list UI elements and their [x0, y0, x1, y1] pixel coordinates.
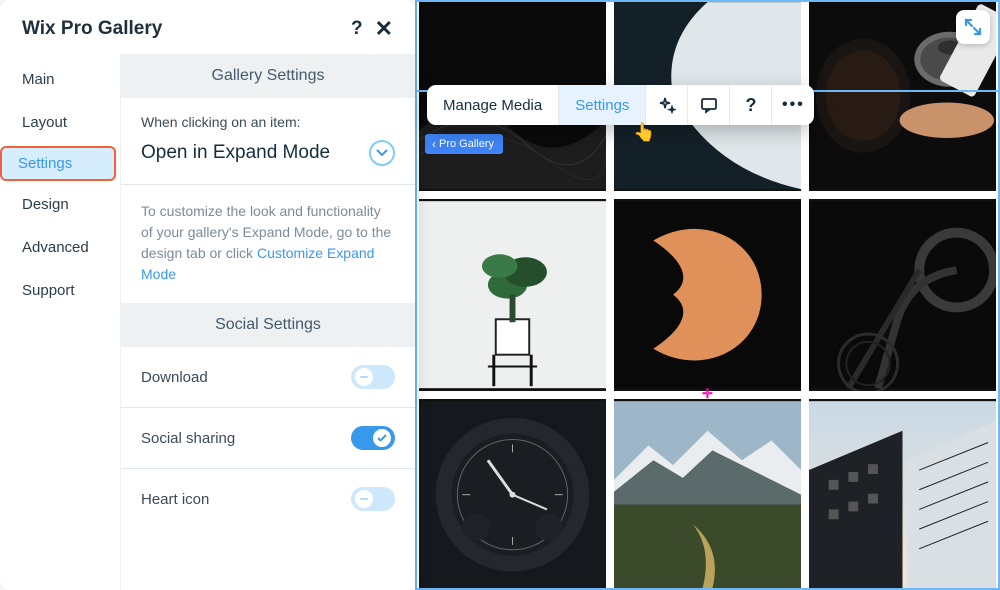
social-sharing-row: Social sharing: [121, 408, 415, 468]
gallery-tile[interactable]: [614, 199, 801, 390]
manage-media-button[interactable]: Manage Media: [427, 85, 559, 125]
sidebar-item-layout[interactable]: Layout: [4, 105, 116, 140]
panel-title: Wix Pro Gallery: [22, 18, 162, 40]
social-sharing-toggle[interactable]: [351, 426, 395, 450]
social-sharing-label: Social sharing: [141, 430, 235, 447]
gallery-settings-header: Gallery Settings: [121, 54, 415, 98]
heart-icon-row: Heart icon: [121, 469, 415, 529]
social-settings-header: Social Settings: [121, 303, 415, 347]
sparkle-icon[interactable]: [646, 85, 688, 125]
close-icon[interactable]: ✕: [375, 22, 393, 35]
gallery-tile[interactable]: [419, 399, 606, 590]
sidebar-item-main[interactable]: Main: [4, 62, 116, 97]
help-icon[interactable]: ?: [730, 85, 772, 125]
sidebar-item-support[interactable]: Support: [4, 273, 116, 308]
download-row: Download: [121, 347, 415, 407]
panel-content: Gallery Settings When clicking on an ite…: [120, 54, 415, 590]
sidebar-item-settings[interactable]: Settings: [2, 148, 114, 179]
gallery-tile[interactable]: [809, 399, 996, 590]
gallery-tile[interactable]: [809, 199, 996, 390]
gallery-canvas: ✛ Manage Media Settings ? ••• 👆 Pro Gal: [415, 0, 1000, 590]
settings-button[interactable]: Settings: [559, 85, 646, 125]
anchor-handle-icon[interactable]: ✛: [702, 386, 713, 402]
breadcrumb-pro-gallery[interactable]: Pro Gallery: [425, 134, 503, 154]
download-toggle[interactable]: [351, 365, 395, 389]
click-action-value: Open in Expand Mode: [141, 142, 330, 164]
panel-header-actions: ? ✕: [351, 18, 393, 40]
element-edit-bar: Manage Media Settings ? •••: [427, 85, 814, 125]
click-action-dropdown[interactable]: Open in Expand Mode: [141, 140, 395, 166]
panel-sidebar: Main Layout Settings Design Advanced Sup…: [0, 54, 120, 590]
gallery-tile[interactable]: [419, 199, 606, 390]
click-action-label: When clicking on an item:: [141, 114, 395, 130]
more-options-icon[interactable]: •••: [772, 85, 814, 125]
heart-icon-label: Heart icon: [141, 491, 209, 508]
chevron-down-icon: [369, 140, 395, 166]
expand-fullscreen-button[interactable]: [956, 10, 990, 44]
settings-panel: Wix Pro Gallery ? ✕ Main Layout Settings…: [0, 0, 415, 590]
gallery-tile[interactable]: [614, 399, 801, 590]
help-icon[interactable]: ?: [351, 18, 363, 40]
download-label: Download: [141, 369, 208, 386]
panel-header: Wix Pro Gallery ? ✕: [0, 0, 415, 54]
heart-icon-toggle[interactable]: [351, 487, 395, 511]
comment-icon[interactable]: [688, 85, 730, 125]
sidebar-item-design[interactable]: Design: [4, 187, 116, 222]
sidebar-item-advanced[interactable]: Advanced: [4, 230, 116, 265]
